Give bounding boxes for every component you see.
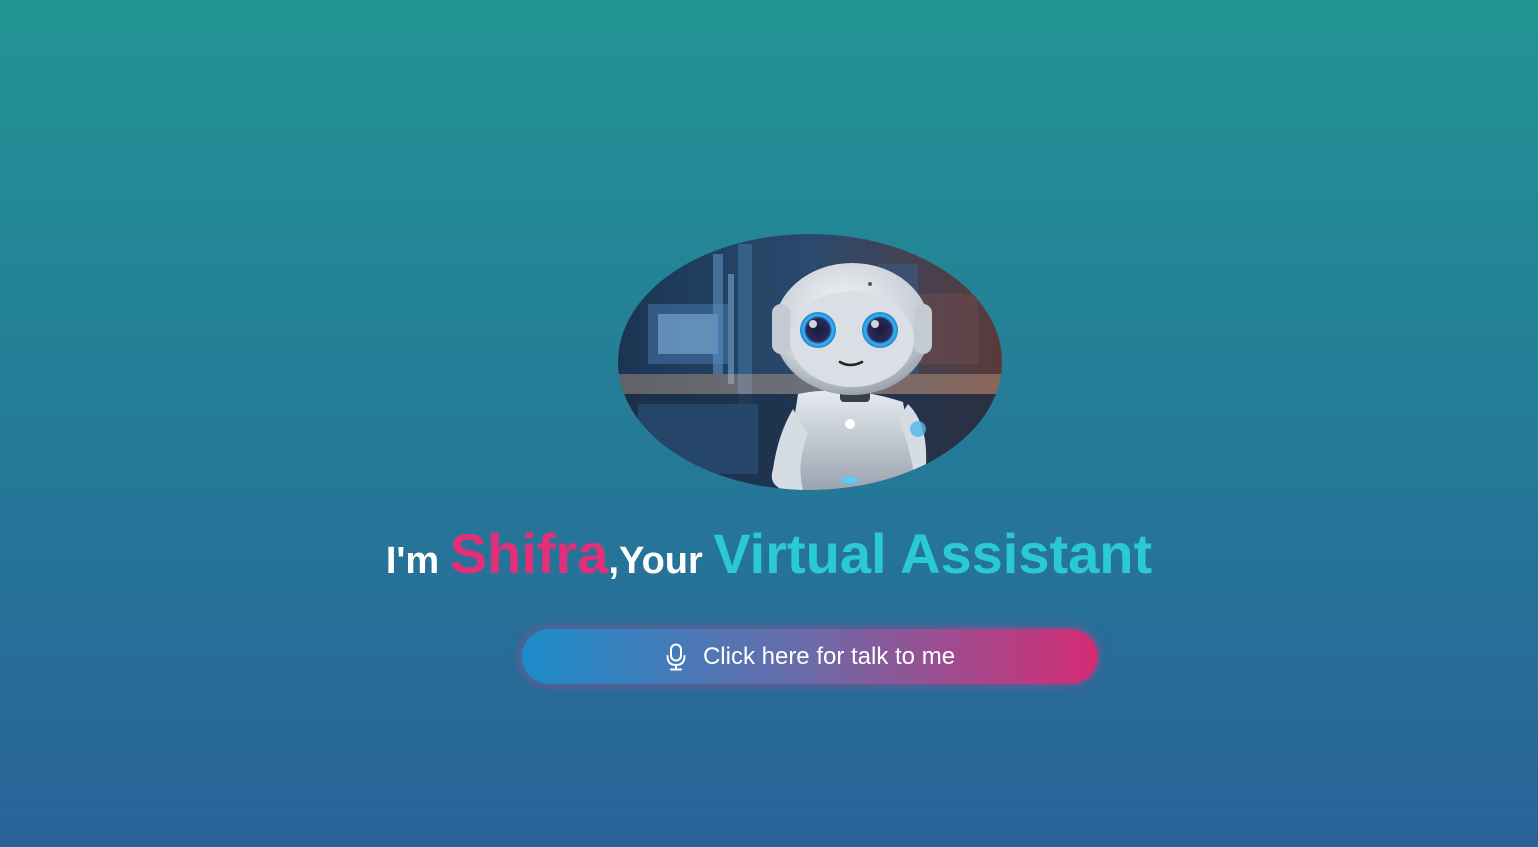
headline-prefix: I'm (385, 540, 450, 582)
page-title: I'm Shifra,Your Virtual Assistant (0, 526, 1538, 582)
assistant-role: Virtual Assistant (713, 522, 1153, 585)
robot-avatar-icon (618, 234, 1002, 490)
talk-button-label: Click here for talk to me (702, 642, 956, 670)
robot-avatar-image (618, 234, 1002, 490)
assistant-name: Shifra (449, 522, 609, 585)
talk-to-me-button[interactable]: Click here for talk to me (522, 629, 1098, 684)
microphone-icon (665, 643, 687, 671)
hero-section: I'm Shifra,Your Virtual Assistant Click … (0, 0, 1538, 847)
headline-middle: ,Your (608, 540, 714, 582)
